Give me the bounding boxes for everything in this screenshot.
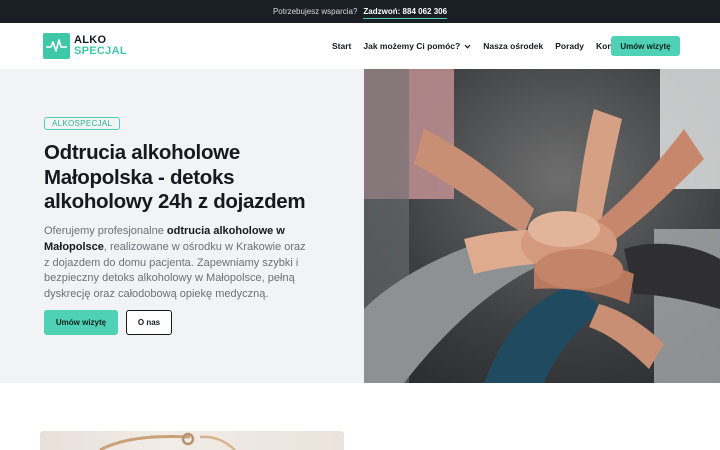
book-visit-button[interactable]: Umów wizytę — [44, 310, 118, 335]
support-text: Potrzebujesz wsparcia? — [272, 7, 358, 16]
book-visit-nav-button[interactable]: Umów wizytę — [611, 36, 680, 56]
logo-text-line2: SPECJAL — [74, 45, 127, 57]
nav-item-label: Nasza ośrodek — [483, 41, 544, 51]
nav-item-label: Jak możemy Ci pomóc? — [363, 41, 461, 51]
hero-description: Oferujemy profesjonalne odtrucia alkohol… — [44, 224, 314, 303]
call-label: Zadzwoń: — [363, 6, 401, 16]
chevron-down-icon — [464, 44, 471, 49]
phone-number: 884 062 306 — [402, 6, 448, 16]
phone-link[interactable]: Zadzwoń: 884 062 306 — [363, 6, 448, 19]
heartbeat-icon — [43, 33, 70, 59]
nav-item-start[interactable]: Start — [332, 41, 351, 51]
hero-title: Odtrucia alkoholowe Małopolska - detoks … — [44, 141, 306, 213]
nav-item-help[interactable]: Jak możemy Ci pomóc? — [363, 41, 471, 51]
hero-description-part: Oferujemy profesjonalne — [44, 225, 167, 237]
nav-item-label: Porady — [555, 41, 585, 51]
section-image-preview — [40, 431, 344, 450]
nav-item-center[interactable]: Nasza ośrodek — [483, 41, 543, 51]
hero-image-stacked-hands — [364, 69, 720, 383]
about-us-button[interactable]: O nas — [126, 310, 172, 335]
main-navigation: ALKO SPECJAL Start Jak możemy Ci pomóc? … — [0, 23, 720, 69]
site-logo[interactable]: ALKO SPECJAL — [43, 33, 127, 59]
top-support-bar: Potrzebujesz wsparcia? Zadzwoń: 884 062 … — [0, 0, 720, 23]
nav-menu: Start Jak możemy Ci pomóc? Nasza ośrodek… — [332, 23, 628, 69]
nav-item-label: Start — [332, 41, 352, 51]
nav-item-tips[interactable]: Porady — [555, 41, 584, 51]
hero-badge: ALKOSPECJAL — [44, 117, 121, 130]
